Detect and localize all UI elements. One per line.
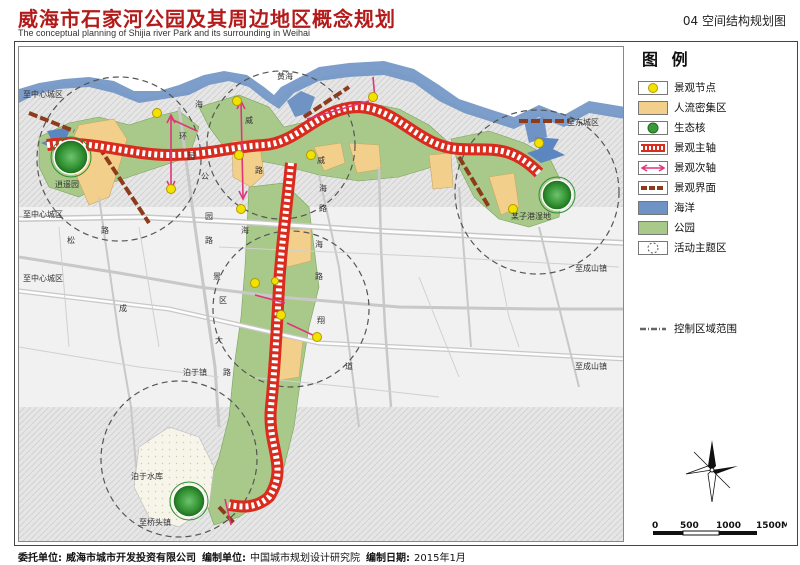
- road-label-9: 道: [345, 361, 353, 371]
- landscape-node-icon: [638, 80, 668, 95]
- road-label-2: 公: [201, 172, 209, 181]
- footer: 委托单位: 威海市城市开发投资有限公司 编制单位: 中国城市规划设计研究院 编制…: [18, 549, 788, 564]
- sheet-title: 04 空间结构规划图: [682, 14, 786, 28]
- road-label-15: 威: [245, 115, 253, 125]
- label-to-center-3: 至中心城区: [23, 273, 63, 283]
- road-label-8: 大: [215, 335, 223, 345]
- road-label-7: 成: [119, 303, 127, 313]
- road-label-6: 威: [317, 155, 325, 165]
- road-label-16: 路: [255, 165, 263, 175]
- legend-label: 景观节点: [674, 81, 716, 94]
- road-label-14: 翔: [317, 315, 325, 325]
- road-label-20: 路: [319, 203, 327, 213]
- road-label-12: 海: [315, 239, 323, 249]
- legend-item-ecological-core: 生态核: [638, 119, 706, 135]
- park-icon: [638, 220, 668, 235]
- label-to-chengshan-1: 至成山镇: [575, 263, 607, 273]
- road-label-18: 路: [101, 225, 109, 235]
- legend-label: 景观次轴: [674, 161, 716, 174]
- legend-item-landscape-node: 景观节点: [638, 79, 716, 95]
- road-label-10: 景: [213, 272, 221, 281]
- road-label-13: 路: [315, 271, 323, 281]
- client-label: 委托单位:: [18, 553, 62, 564]
- designer-label: 编制单位:: [202, 553, 246, 564]
- label-wetland: 某子港湿地: [511, 211, 551, 221]
- legend-label: 景观主轴: [674, 141, 716, 154]
- label-huanghai: 黄海: [277, 71, 293, 81]
- scale-bar: 0 500 1000 1500M: [652, 520, 787, 536]
- map-canvas[interactable]: 黄海 逍遥园 至中心城区 至中心城区 至中心城区 至东城区 至成山镇 至成山镇 …: [18, 46, 624, 542]
- road-label-17: 松: [67, 235, 75, 245]
- legend-item-park: 公园: [638, 219, 695, 235]
- legend-title: 图 例: [642, 50, 692, 69]
- ecological-core-icon: [638, 120, 668, 135]
- legend-item-control-boundary: 控制区域范围: [638, 320, 737, 336]
- secondary-axis-icon: [638, 160, 668, 175]
- ocean-icon: [638, 200, 668, 215]
- legend-panel: 图 例 景观节点 人流密集区 生态核 景观主轴 景观次轴 景观界面 海洋 公园 …: [630, 46, 794, 542]
- legend-item-main-axis: 景观主轴: [638, 139, 716, 155]
- control-boundary-icon: [638, 321, 668, 335]
- label-to-chengshan-2: 至成山镇: [575, 361, 607, 371]
- road-label-1: 环: [179, 132, 187, 141]
- legend-item-landscape-interface: 景观界面: [638, 179, 716, 195]
- label-to-qiaotou: 至桥头镇: [139, 517, 171, 527]
- landscape-interface-icon: [638, 180, 668, 195]
- legend-item-crowd-area: 人流密集区: [638, 99, 727, 115]
- road-label-5: 路: [205, 235, 213, 245]
- main-axis-icon: [638, 140, 668, 155]
- road-label-11: 区: [219, 296, 227, 305]
- legend-label: 控制区域范围: [674, 322, 737, 335]
- road-label-4: 海: [241, 225, 249, 235]
- label-to-center-2: 至中心城区: [23, 209, 63, 219]
- legend-label: 海洋: [674, 201, 695, 214]
- legend-item-activity-zone: 活动主题区: [638, 239, 727, 255]
- client-name: 威海市城市开发投资有限公司: [66, 553, 196, 564]
- label-to-center-1: 至中心城区: [23, 89, 63, 99]
- road-label-23: 海: [195, 99, 203, 109]
- legend-label: 人流密集区: [674, 101, 727, 114]
- map-svg: 黄海 逍遥园 至中心城区 至中心城区 至中心城区 至东城区 至成山镇 至成山镇 …: [19, 47, 623, 541]
- legend-label: 景观界面: [674, 181, 716, 194]
- map-title-english: The conceptual planning of Shijia river …: [18, 28, 310, 38]
- crowd-area-icon: [638, 100, 668, 115]
- road-label-3: 园: [205, 212, 213, 221]
- date-label: 编制日期:: [366, 553, 410, 564]
- label-bozhen: 泊于镇: [183, 367, 207, 377]
- road-label-22: 园: [187, 152, 195, 161]
- north-compass-icon: [685, 440, 738, 503]
- date-value: 2015年1月: [414, 553, 466, 564]
- legend-item-secondary-axis: 景观次轴: [638, 159, 716, 175]
- legend-label: 生态核: [674, 121, 706, 134]
- activity-zone-icon: [638, 240, 668, 255]
- legend-label: 公园: [674, 221, 695, 234]
- legend-item-ocean: 海洋: [638, 199, 695, 215]
- scale-bar-ruler: [653, 530, 757, 536]
- label-reservoir: 泊于水库: [131, 471, 163, 481]
- designer-name: 中国城市规划设计研究院: [250, 553, 360, 564]
- label-to-east: 至东城区: [567, 117, 599, 127]
- road-label-21: 路: [223, 367, 231, 377]
- road-label-19: 海: [319, 183, 327, 193]
- label-xiaoyaoyuan: 逍遥园: [55, 179, 79, 189]
- legend-label: 活动主题区: [674, 241, 727, 254]
